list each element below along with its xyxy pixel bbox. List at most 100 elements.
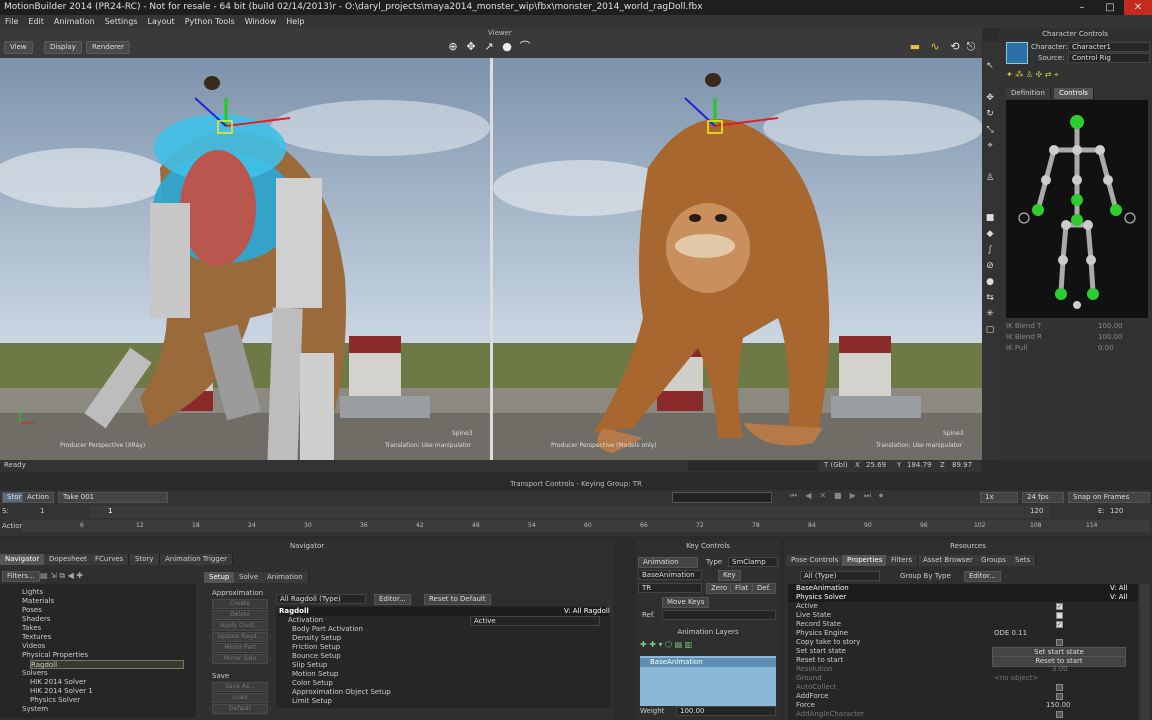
arc-tool-icon[interactable]: ⌒ [518, 40, 532, 54]
setup-body-part[interactable]: Body Part Activation [292, 625, 363, 634]
setup-color[interactable]: Color Setup [292, 679, 333, 688]
character-toolbar[interactable]: ✦ ⁂ ♙ ✣ ⇄ ⌖ [1006, 70, 1150, 82]
snap-select[interactable]: Snap on Frames [1068, 492, 1150, 503]
move-icon[interactable]: ✥ [984, 92, 996, 104]
sun-icon[interactable]: ✳ [984, 308, 996, 320]
def-button[interactable]: Def. [752, 583, 776, 594]
prop-force-value[interactable]: 150.00 [1046, 701, 1071, 710]
tab-asset-browser[interactable]: Asset Browser [918, 555, 979, 566]
take-select[interactable]: Take 001 [58, 492, 168, 503]
flat-button[interactable]: Flat [730, 583, 754, 594]
key-button[interactable]: Key [718, 570, 741, 581]
character-figure-view[interactable] [1006, 100, 1148, 318]
apply-cluster-button[interactable]: Apply Clust... [212, 621, 268, 631]
ragdoll-type-select[interactable]: All Ragdoll (Type) [276, 594, 366, 604]
scale-tool-icon[interactable]: ● [500, 40, 514, 54]
filters-button[interactable]: Filters... [2, 571, 40, 582]
menu-file[interactable]: File [0, 15, 23, 28]
tab-properties[interactable]: Properties [842, 555, 889, 566]
release-icon[interactable]: ⊘ [984, 260, 996, 272]
setup-bounce[interactable]: Bounce Setup [292, 652, 341, 661]
ik-blend-r-value[interactable]: 100.00 [1098, 333, 1123, 342]
tree-item-ragdoll[interactable]: Ragdoll [30, 660, 184, 669]
prop-record-state-checkbox[interactable]: ✓ [1056, 621, 1063, 628]
navigator-toolbar[interactable]: ▤ ⇲ ⧉ ◀ ✚ [40, 571, 120, 582]
curve-tool-icon[interactable]: ∿ [928, 40, 942, 54]
layer-select[interactable]: BaseAnimation [638, 570, 702, 580]
properties-scrollbar[interactable] [1140, 584, 1150, 720]
delete-button[interactable]: Delete [212, 610, 268, 620]
weight-field[interactable]: 100.00 [676, 706, 776, 716]
group-by-select[interactable]: Group By Type [900, 572, 951, 581]
display-button[interactable]: Display [44, 41, 82, 54]
play-range-slider[interactable] [672, 492, 772, 503]
viewport-right[interactable]: Producer Perspective (Models only) Trans… [493, 58, 982, 460]
rotate-icon[interactable]: ↻ [984, 108, 996, 120]
resources-type-select[interactable]: All (Type) [800, 571, 880, 581]
minimize-icon[interactable]: – [1068, 0, 1096, 15]
layer-item[interactable]: BaseAnimation [640, 658, 776, 667]
zero-button[interactable]: Zero [706, 583, 733, 594]
tree-item-hik-solver-1[interactable]: HIK 2014 Solver 1 [30, 687, 93, 696]
source-select[interactable]: Control Rig [1068, 53, 1150, 63]
tree-item-solvers[interactable]: Solvers [22, 669, 48, 678]
tab-filters[interactable]: Filters [886, 555, 918, 566]
prop-addforce-checkbox[interactable] [1056, 693, 1063, 700]
menu-python-tools[interactable]: Python Tools [180, 15, 240, 28]
setup-motion[interactable]: Motion Setup [292, 670, 338, 679]
tab-definition[interactable]: Definition [1006, 88, 1051, 99]
coord-z-value[interactable]: 89.97 [952, 461, 972, 470]
start-value[interactable]: 1 [40, 507, 44, 516]
translate-tool-icon[interactable]: ✥ [464, 40, 478, 54]
tab-controls[interactable]: Controls [1054, 88, 1094, 99]
end-value[interactable]: 120 [1110, 507, 1123, 516]
coord-x-value[interactable]: 25.69 [866, 461, 886, 470]
menu-window[interactable]: Window [240, 15, 282, 28]
tab-pose-controls[interactable]: Pose Controls [786, 555, 845, 566]
tree-item-materials[interactable]: Materials [22, 597, 54, 606]
full-body-icon[interactable]: ♙ [984, 172, 996, 184]
tree-item-textures[interactable]: Textures [22, 633, 51, 642]
activation-select[interactable]: Active [470, 616, 600, 626]
tab-dopesheet[interactable]: Dopesheet [44, 554, 93, 565]
mirror-icon[interactable]: ⇆ [984, 292, 996, 304]
setup-friction[interactable]: Friction Setup [292, 643, 340, 652]
prop-ground-value[interactable]: <no object> [994, 674, 1038, 683]
speed-select[interactable]: 1x [980, 492, 1018, 503]
tab-fcurves[interactable]: FCurves [90, 554, 130, 565]
ik-pull-value[interactable]: 0.00 [1098, 344, 1114, 353]
key-icon[interactable]: ⌖ [984, 140, 996, 152]
setup-approximation[interactable]: Approximation Object Setup [292, 688, 391, 697]
mirror-part-button[interactable]: Mirror Part [212, 643, 268, 653]
pin-translation-icon[interactable]: ■ [984, 212, 996, 224]
ik-blend-t-value[interactable]: 100.00 [1098, 322, 1123, 331]
tree-item-physics-solver[interactable]: Physics Solver [30, 696, 80, 705]
default-button[interactable]: Default [212, 704, 268, 714]
mirror-side-button[interactable]: Mirror Side [212, 654, 268, 664]
time-slider[interactable] [90, 506, 1050, 518]
tree-item-hik-solver[interactable]: HIK 2014 Solver [30, 678, 86, 687]
character-icon[interactable] [1006, 42, 1028, 64]
menu-edit[interactable]: Edit [23, 15, 49, 28]
menu-settings[interactable]: Settings [100, 15, 143, 28]
transform-tool-icon[interactable]: ⟲ [948, 40, 962, 54]
current-frame[interactable]: 1 [108, 507, 112, 516]
scale-icon[interactable]: ⤡ [984, 124, 996, 136]
setup-density[interactable]: Density Setup [292, 634, 341, 643]
menu-animation[interactable]: Animation [49, 15, 100, 28]
setup-limit[interactable]: Limit Setup [292, 697, 332, 706]
ragdoll-section[interactable]: Ragdoll [279, 607, 609, 616]
frame-ruler[interactable]: 6 12 18 24 30 36 42 48 54 60 66 72 78 84… [22, 520, 1150, 532]
select-tool-icon[interactable]: ⊕ [446, 40, 460, 54]
layer-toolbar[interactable]: ✚ ✚ ▾ ⬡ ▤ ▥ [640, 640, 776, 652]
pointer-icon[interactable]: ↖ [984, 60, 996, 72]
end-left-value[interactable]: 120 [1030, 507, 1043, 516]
prop-active-checkbox[interactable]: ✓ [1056, 603, 1063, 610]
save-as-button[interactable]: Save As... [212, 682, 268, 692]
viewport-left[interactable]: Producer Perspective (XRay) Translation:… [0, 58, 490, 460]
tree-item-shaders[interactable]: Shaders [22, 615, 50, 624]
view-button[interactable]: View [4, 41, 33, 54]
prop-addangle-checkbox[interactable] [1056, 711, 1063, 718]
renderer-button[interactable]: Renderer [86, 41, 130, 54]
keying-group-select[interactable]: TR [638, 583, 702, 593]
